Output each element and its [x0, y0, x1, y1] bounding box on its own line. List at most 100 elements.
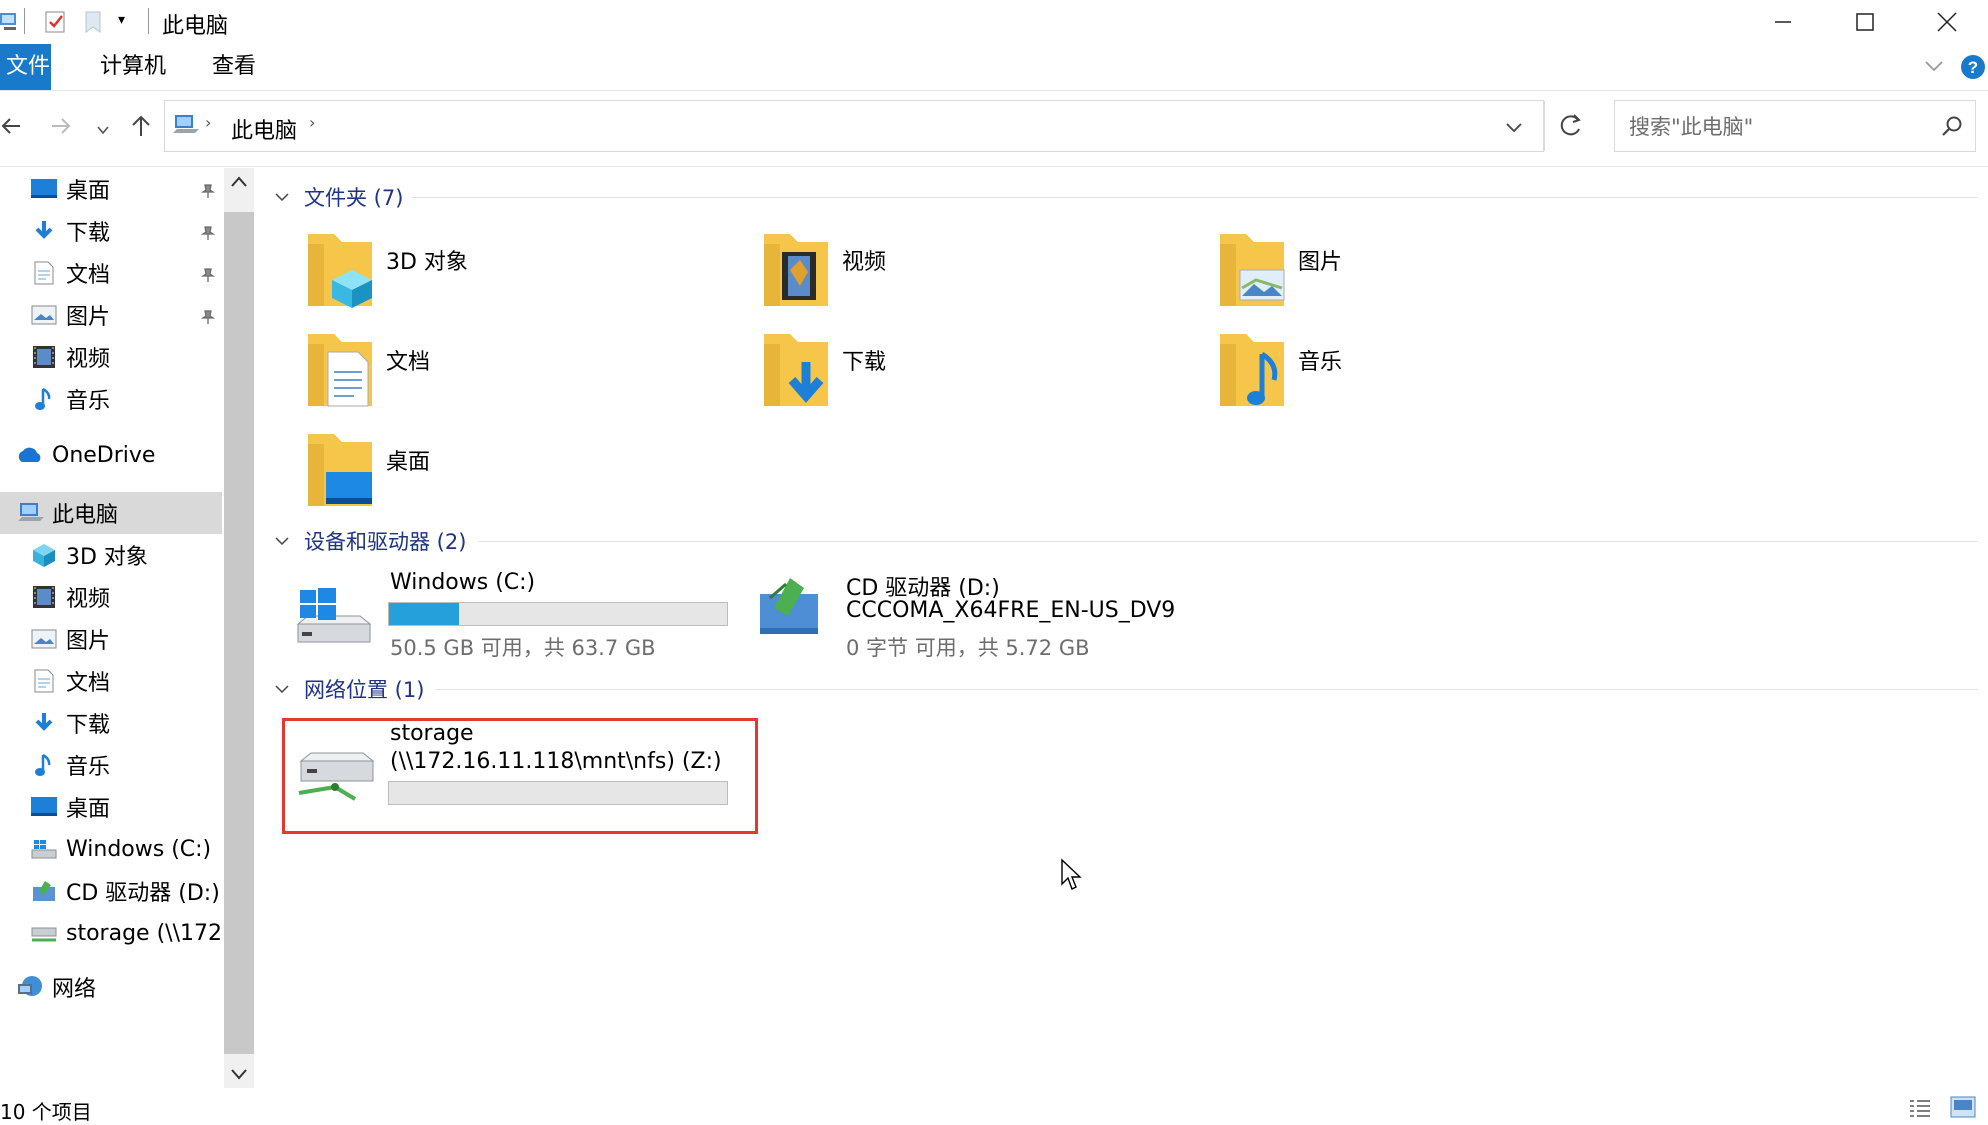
details-view-icon[interactable] — [1908, 1098, 1932, 1122]
drive-usage-bar — [388, 602, 728, 626]
back-icon[interactable] — [0, 116, 22, 140]
folder-desktop[interactable]: 桌面 — [304, 430, 724, 526]
scroll-up-icon[interactable] — [230, 174, 248, 193]
computer-icon — [173, 113, 199, 141]
music-icon — [30, 385, 58, 413]
search-box[interactable] — [1614, 100, 1976, 152]
nav-item-downloads[interactable]: 下载 — [0, 702, 222, 744]
drive-windows-c[interactable]: Windows (C:) 50.5 GB 可用，共 63.7 GB — [294, 566, 734, 662]
nav-item-label: CD 驱动器 (D:) C — [66, 881, 222, 906]
search-icon[interactable] — [1941, 115, 1963, 141]
pin-icon[interactable] — [200, 264, 216, 289]
nav-item-3d-objects[interactable]: 3D 对象 — [0, 534, 222, 576]
folder-videos[interactable]: 视频 — [760, 230, 1180, 326]
group-header-label: 网络位置 (1) — [304, 678, 425, 702]
group-header-label: 文件夹 (7) — [304, 186, 404, 210]
nav-item-storage-z[interactable]: storage (\\172.1 — [0, 912, 222, 954]
recent-locations-icon[interactable] — [96, 120, 110, 139]
nav-item-network[interactable]: 网络 — [0, 966, 222, 1008]
folder-pictures[interactable]: 图片 — [1216, 230, 1636, 326]
nav-item-videos[interactable]: 视频 — [0, 336, 222, 378]
scroll-down-icon[interactable] — [230, 1066, 248, 1085]
nav-item-label: 音乐 — [66, 389, 111, 414]
pin-icon[interactable] — [200, 180, 216, 205]
tab-view[interactable]: 查看 — [188, 44, 280, 90]
network-drive-icon — [295, 743, 379, 811]
title-bar: ▾ 此电脑 — [0, 0, 1988, 44]
video-icon — [30, 343, 58, 371]
address-history-icon[interactable] — [1505, 119, 1523, 138]
collapse-chevron-icon[interactable] — [272, 684, 292, 694]
folder-3d-objects[interactable]: 3D 对象 — [304, 230, 724, 326]
nav-item-onedrive[interactable]: OneDrive — [0, 434, 222, 476]
collapse-chevron-icon[interactable] — [272, 536, 292, 546]
forward-icon[interactable] — [50, 116, 72, 140]
nav-item-desktop[interactable]: 桌面 — [0, 786, 222, 828]
nav-item-label: 3D 对象 — [66, 545, 148, 570]
download-icon — [30, 709, 58, 737]
breadcrumb-this-pc[interactable]: 此电脑 — [231, 113, 297, 145]
group-header-network-locations[interactable]: 网络位置 (1) — [272, 672, 424, 706]
pin-icon[interactable] — [200, 222, 216, 247]
nav-item-label: 桌面 — [66, 179, 111, 204]
nav-item-downloads[interactable]: 下载 — [0, 210, 222, 252]
pin-icon[interactable] — [200, 306, 216, 331]
breadcrumb-chevron-icon[interactable]: › — [309, 113, 315, 132]
group-header-folders[interactable]: 文件夹 (7) — [272, 180, 403, 214]
cd-drive-icon — [30, 877, 58, 905]
folder-label: 图片 — [1298, 250, 1343, 275]
new-folder-icon[interactable] — [84, 10, 102, 38]
nav-item-music[interactable]: 音乐 — [0, 744, 222, 786]
search-input[interactable] — [1627, 111, 1931, 143]
tab-computer[interactable]: 计算机 — [76, 44, 190, 90]
properties-icon[interactable] — [44, 10, 68, 38]
maximize-button[interactable] — [1824, 0, 1906, 44]
up-icon[interactable] — [130, 114, 152, 142]
nav-item-videos[interactable]: 视频 — [0, 576, 222, 618]
svg-text:?: ? — [1968, 58, 1978, 77]
customize-quick-access-icon[interactable]: ▾ — [118, 12, 125, 28]
group-divider — [412, 197, 1978, 198]
drive-cd-d[interactable]: CD 驱动器 (D:) CCCOMA_X64FRE_EN-US_DV9 0 字节… — [756, 566, 1216, 662]
address-bar[interactable]: › 此电脑 › — [164, 100, 1545, 152]
nav-item-this-pc[interactable]: 此电脑 — [0, 492, 222, 534]
group-header-label: 设备和驱动器 (2) — [304, 530, 467, 554]
computer-icon[interactable] — [0, 10, 22, 36]
folder-label: 文档 — [386, 350, 431, 375]
minimize-button[interactable] — [1742, 0, 1824, 44]
tab-file[interactable]: 文件 — [0, 44, 51, 90]
drive-space-text: 50.5 GB 可用，共 63.7 GB — [390, 636, 656, 660]
3d-objects-folder-icon — [304, 230, 376, 314]
collapse-chevron-icon[interactable] — [272, 192, 292, 202]
refresh-icon[interactable] — [1558, 112, 1584, 142]
scroll-thumb[interactable] — [224, 212, 254, 1054]
nav-item-desktop[interactable]: 桌面 — [0, 168, 222, 210]
folder-music[interactable]: 音乐 — [1216, 330, 1636, 426]
nav-item-documents[interactable]: 文档 — [0, 252, 222, 294]
nav-item-windows-c[interactable]: Windows (C:) — [0, 828, 222, 870]
nav-item-label: 文档 — [66, 263, 111, 288]
nav-item-pictures[interactable]: 图片 — [0, 294, 222, 336]
network-drive-storage-z[interactable]: storage (\\172.16.11.118\mnt\nfs) (Z:) — [282, 718, 758, 834]
expand-ribbon-icon[interactable] — [1924, 58, 1944, 77]
large-icons-view-icon[interactable] — [1950, 1096, 1976, 1123]
group-header-devices[interactable]: 设备和驱动器 (2) — [272, 524, 466, 558]
computer-icon — [16, 499, 44, 527]
drive-name: Windows (C:) — [390, 570, 536, 595]
nav-item-label: 网络 — [52, 977, 97, 1002]
nav-item-documents[interactable]: 文档 — [0, 660, 222, 702]
close-button[interactable] — [1906, 0, 1988, 44]
drive-space-text: 0 字节 可用，共 5.72 GB — [846, 636, 1090, 660]
nav-item-cd-drive-d[interactable]: CD 驱动器 (D:) C — [0, 870, 222, 912]
folder-downloads[interactable]: 下载 — [760, 330, 1180, 426]
picture-icon — [30, 625, 58, 653]
separator — [24, 8, 25, 34]
folder-label: 3D 对象 — [386, 250, 468, 275]
help-icon[interactable]: ? — [1960, 54, 1986, 84]
nav-item-pictures[interactable]: 图片 — [0, 618, 222, 660]
nav-item-label: 桌面 — [66, 797, 111, 822]
folder-documents[interactable]: 文档 — [304, 330, 724, 426]
network-icon — [16, 973, 44, 1001]
nav-item-music[interactable]: 音乐 — [0, 378, 222, 420]
group-divider — [478, 541, 1978, 542]
